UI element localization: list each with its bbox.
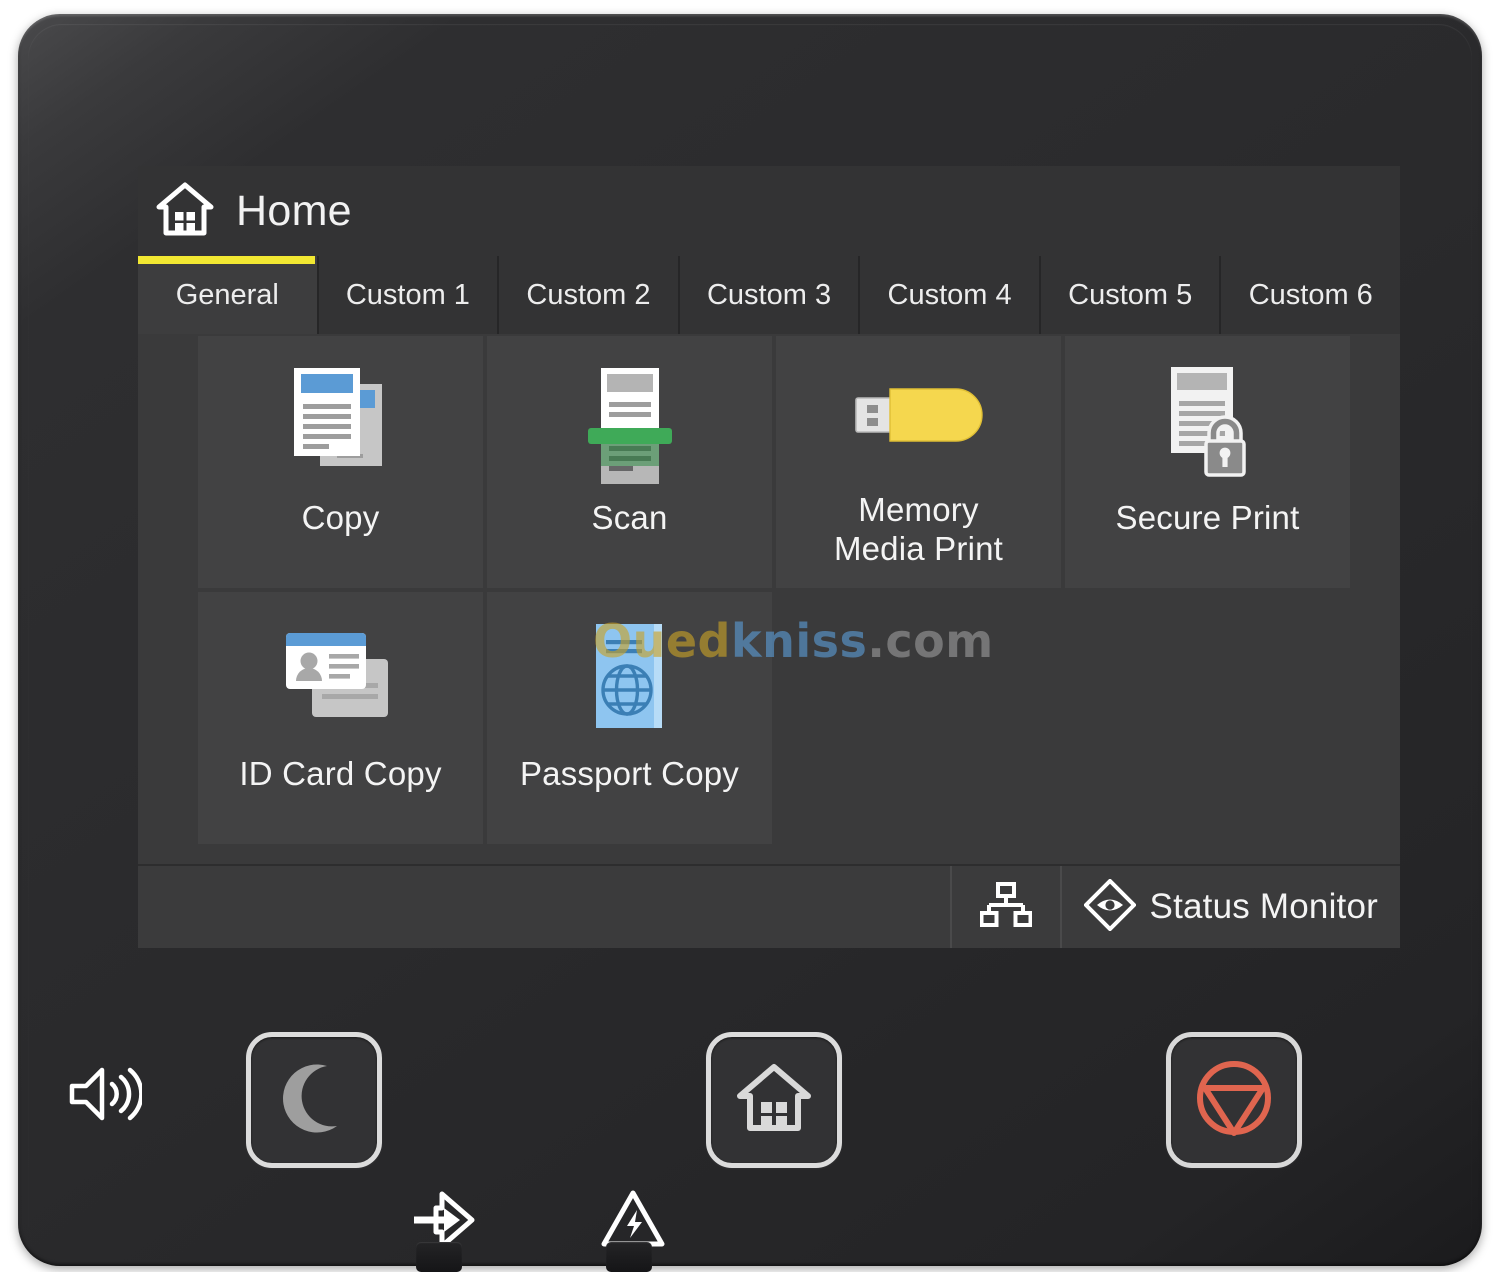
speaker-volume-icon xyxy=(66,1064,142,1129)
eye-diamond-icon xyxy=(1084,879,1136,936)
stop-circle-triangle-icon xyxy=(1193,1057,1275,1144)
crescent-moon-icon xyxy=(281,1062,347,1139)
tile-label-line1: Memory xyxy=(858,491,978,528)
document-lock-icon xyxy=(1153,358,1263,488)
tab-label: Custom 1 xyxy=(346,279,470,312)
tile-label: Copy xyxy=(302,498,380,537)
home-icon xyxy=(156,181,214,242)
home-icon xyxy=(736,1062,812,1139)
tile-scan[interactable]: Scan xyxy=(487,336,772,588)
id-card-icon xyxy=(278,614,404,744)
tile-passport-copy[interactable]: Passport Copy xyxy=(487,592,772,844)
tab-label: Custom 4 xyxy=(888,279,1012,312)
copy-documents-icon xyxy=(282,358,400,488)
usb-flash-drive-icon xyxy=(850,350,988,480)
network-status-button[interactable] xyxy=(950,866,1060,948)
scanner-icon xyxy=(574,358,686,488)
printer-control-panel: Home General Custom 1 Custom 2 Custom 3 … xyxy=(18,14,1482,1266)
screen-header: Home xyxy=(138,166,1400,256)
tab-label: Custom 5 xyxy=(1068,279,1192,312)
tab-general[interactable]: General xyxy=(138,256,319,334)
tab-bar: General Custom 1 Custom 2 Custom 3 Custo… xyxy=(138,256,1400,334)
tile-memory-media-print[interactable]: Memory Media Print xyxy=(776,336,1061,588)
network-lan-icon xyxy=(980,881,1032,934)
tile-label: Passport Copy xyxy=(520,754,739,793)
energy-saver-button[interactable] xyxy=(246,1032,382,1168)
tile-label: Secure Print xyxy=(1116,498,1300,537)
touchscreen-display[interactable]: Home General Custom 1 Custom 2 Custom 3 … xyxy=(138,166,1400,948)
app-tile-grid: Copy xyxy=(138,334,1400,864)
tab-label: General xyxy=(176,279,279,312)
tab-custom-5[interactable]: Custom 5 xyxy=(1041,256,1222,334)
tile-label: Scan xyxy=(591,498,667,537)
home-button[interactable] xyxy=(706,1032,842,1168)
stop-button[interactable] xyxy=(1166,1032,1302,1168)
tab-custom-4[interactable]: Custom 4 xyxy=(860,256,1041,334)
panel-foot-right xyxy=(606,1242,652,1272)
tab-custom-6[interactable]: Custom 6 xyxy=(1221,256,1400,334)
tab-label: Custom 6 xyxy=(1249,279,1373,312)
page-title: Home xyxy=(236,187,352,236)
tile-secure-print[interactable]: Secure Print xyxy=(1065,336,1350,588)
tile-label: Memory Media Print xyxy=(834,490,1003,568)
tab-custom-1[interactable]: Custom 1 xyxy=(319,256,500,334)
tile-label: ID Card Copy xyxy=(239,754,441,793)
tile-label-line2: Media Print xyxy=(834,530,1003,567)
tile-row: Copy xyxy=(198,336,1400,588)
tile-id-card-copy[interactable]: ID Card Copy xyxy=(198,592,483,844)
panel-foot-left xyxy=(416,1242,462,1272)
tab-custom-2[interactable]: Custom 2 xyxy=(499,256,680,334)
tab-custom-3[interactable]: Custom 3 xyxy=(680,256,861,334)
tab-label: Custom 3 xyxy=(707,279,831,312)
status-bar: Status Monitor xyxy=(138,866,1400,948)
passport-globe-icon xyxy=(582,614,678,744)
status-monitor-label: Status Monitor xyxy=(1150,887,1378,927)
tile-copy[interactable]: Copy xyxy=(198,336,483,588)
status-monitor-button[interactable]: Status Monitor xyxy=(1060,866,1400,948)
tab-label: Custom 2 xyxy=(526,279,650,312)
tile-row: ID Card Copy xyxy=(198,592,1400,844)
